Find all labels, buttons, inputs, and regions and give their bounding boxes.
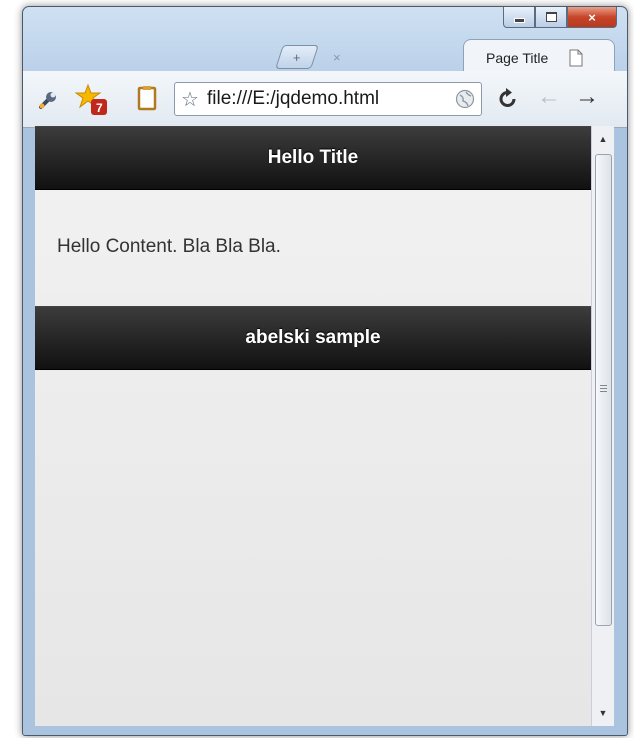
- vertical-scrollbar[interactable]: ▲ ▼: [591, 126, 614, 726]
- reload-icon[interactable]: [497, 88, 519, 110]
- extension-badge: 7: [96, 101, 103, 115]
- scroll-grip-icon: [600, 385, 607, 386]
- forward-arrow-icon[interactable]: →: [575, 81, 599, 113]
- extension-star-icon[interactable]: [75, 83, 109, 117]
- url-input[interactable]: [205, 86, 439, 112]
- address-bar[interactable]: ☆: [174, 82, 482, 116]
- page-footer-title: abelski sample: [245, 327, 381, 348]
- globe-icon: [455, 89, 475, 109]
- wrench-icon[interactable]: [37, 89, 59, 111]
- page-header-bar: Hello Title: [35, 126, 591, 190]
- maximize-icon: [545, 12, 557, 22]
- scroll-down-arrow-icon[interactable]: ▼: [592, 702, 614, 724]
- new-tab-button[interactable]: +: [275, 45, 319, 69]
- scroll-up-arrow-icon[interactable]: ▲: [592, 128, 614, 150]
- page-header-title: Hello Title: [267, 147, 359, 168]
- page-content-text: Hello Content. Bla Bla Bla.: [57, 236, 281, 257]
- plus-icon: +: [293, 49, 301, 65]
- page-footer-bar: abelski sample: [35, 306, 591, 370]
- tab-close-icon[interactable]: ×: [333, 50, 341, 65]
- maximize-button[interactable]: [535, 7, 567, 28]
- tab-title: Page Title: [486, 50, 549, 66]
- back-arrow-icon[interactable]: ←: [537, 81, 561, 113]
- bookmark-star-icon[interactable]: ☆: [181, 87, 199, 112]
- close-window-button[interactable]: ×: [567, 7, 617, 28]
- minimize-icon: [513, 17, 525, 23]
- page-viewport: Hello Title Hello Content. Bla Bla Bla. …: [35, 126, 591, 726]
- clipboard-icon[interactable]: [137, 85, 157, 111]
- minimize-button[interactable]: [503, 7, 535, 28]
- page-icon: [569, 49, 583, 67]
- scroll-thumb[interactable]: [595, 154, 612, 626]
- browser-window: × + × Page Title 7 ☆ file:///E:/jqdemo.h…: [22, 6, 628, 736]
- browser-toolbar: 7 ☆ ← →: [23, 71, 627, 128]
- close-icon: ×: [588, 9, 596, 25]
- window-caption-buttons: ×: [503, 7, 617, 31]
